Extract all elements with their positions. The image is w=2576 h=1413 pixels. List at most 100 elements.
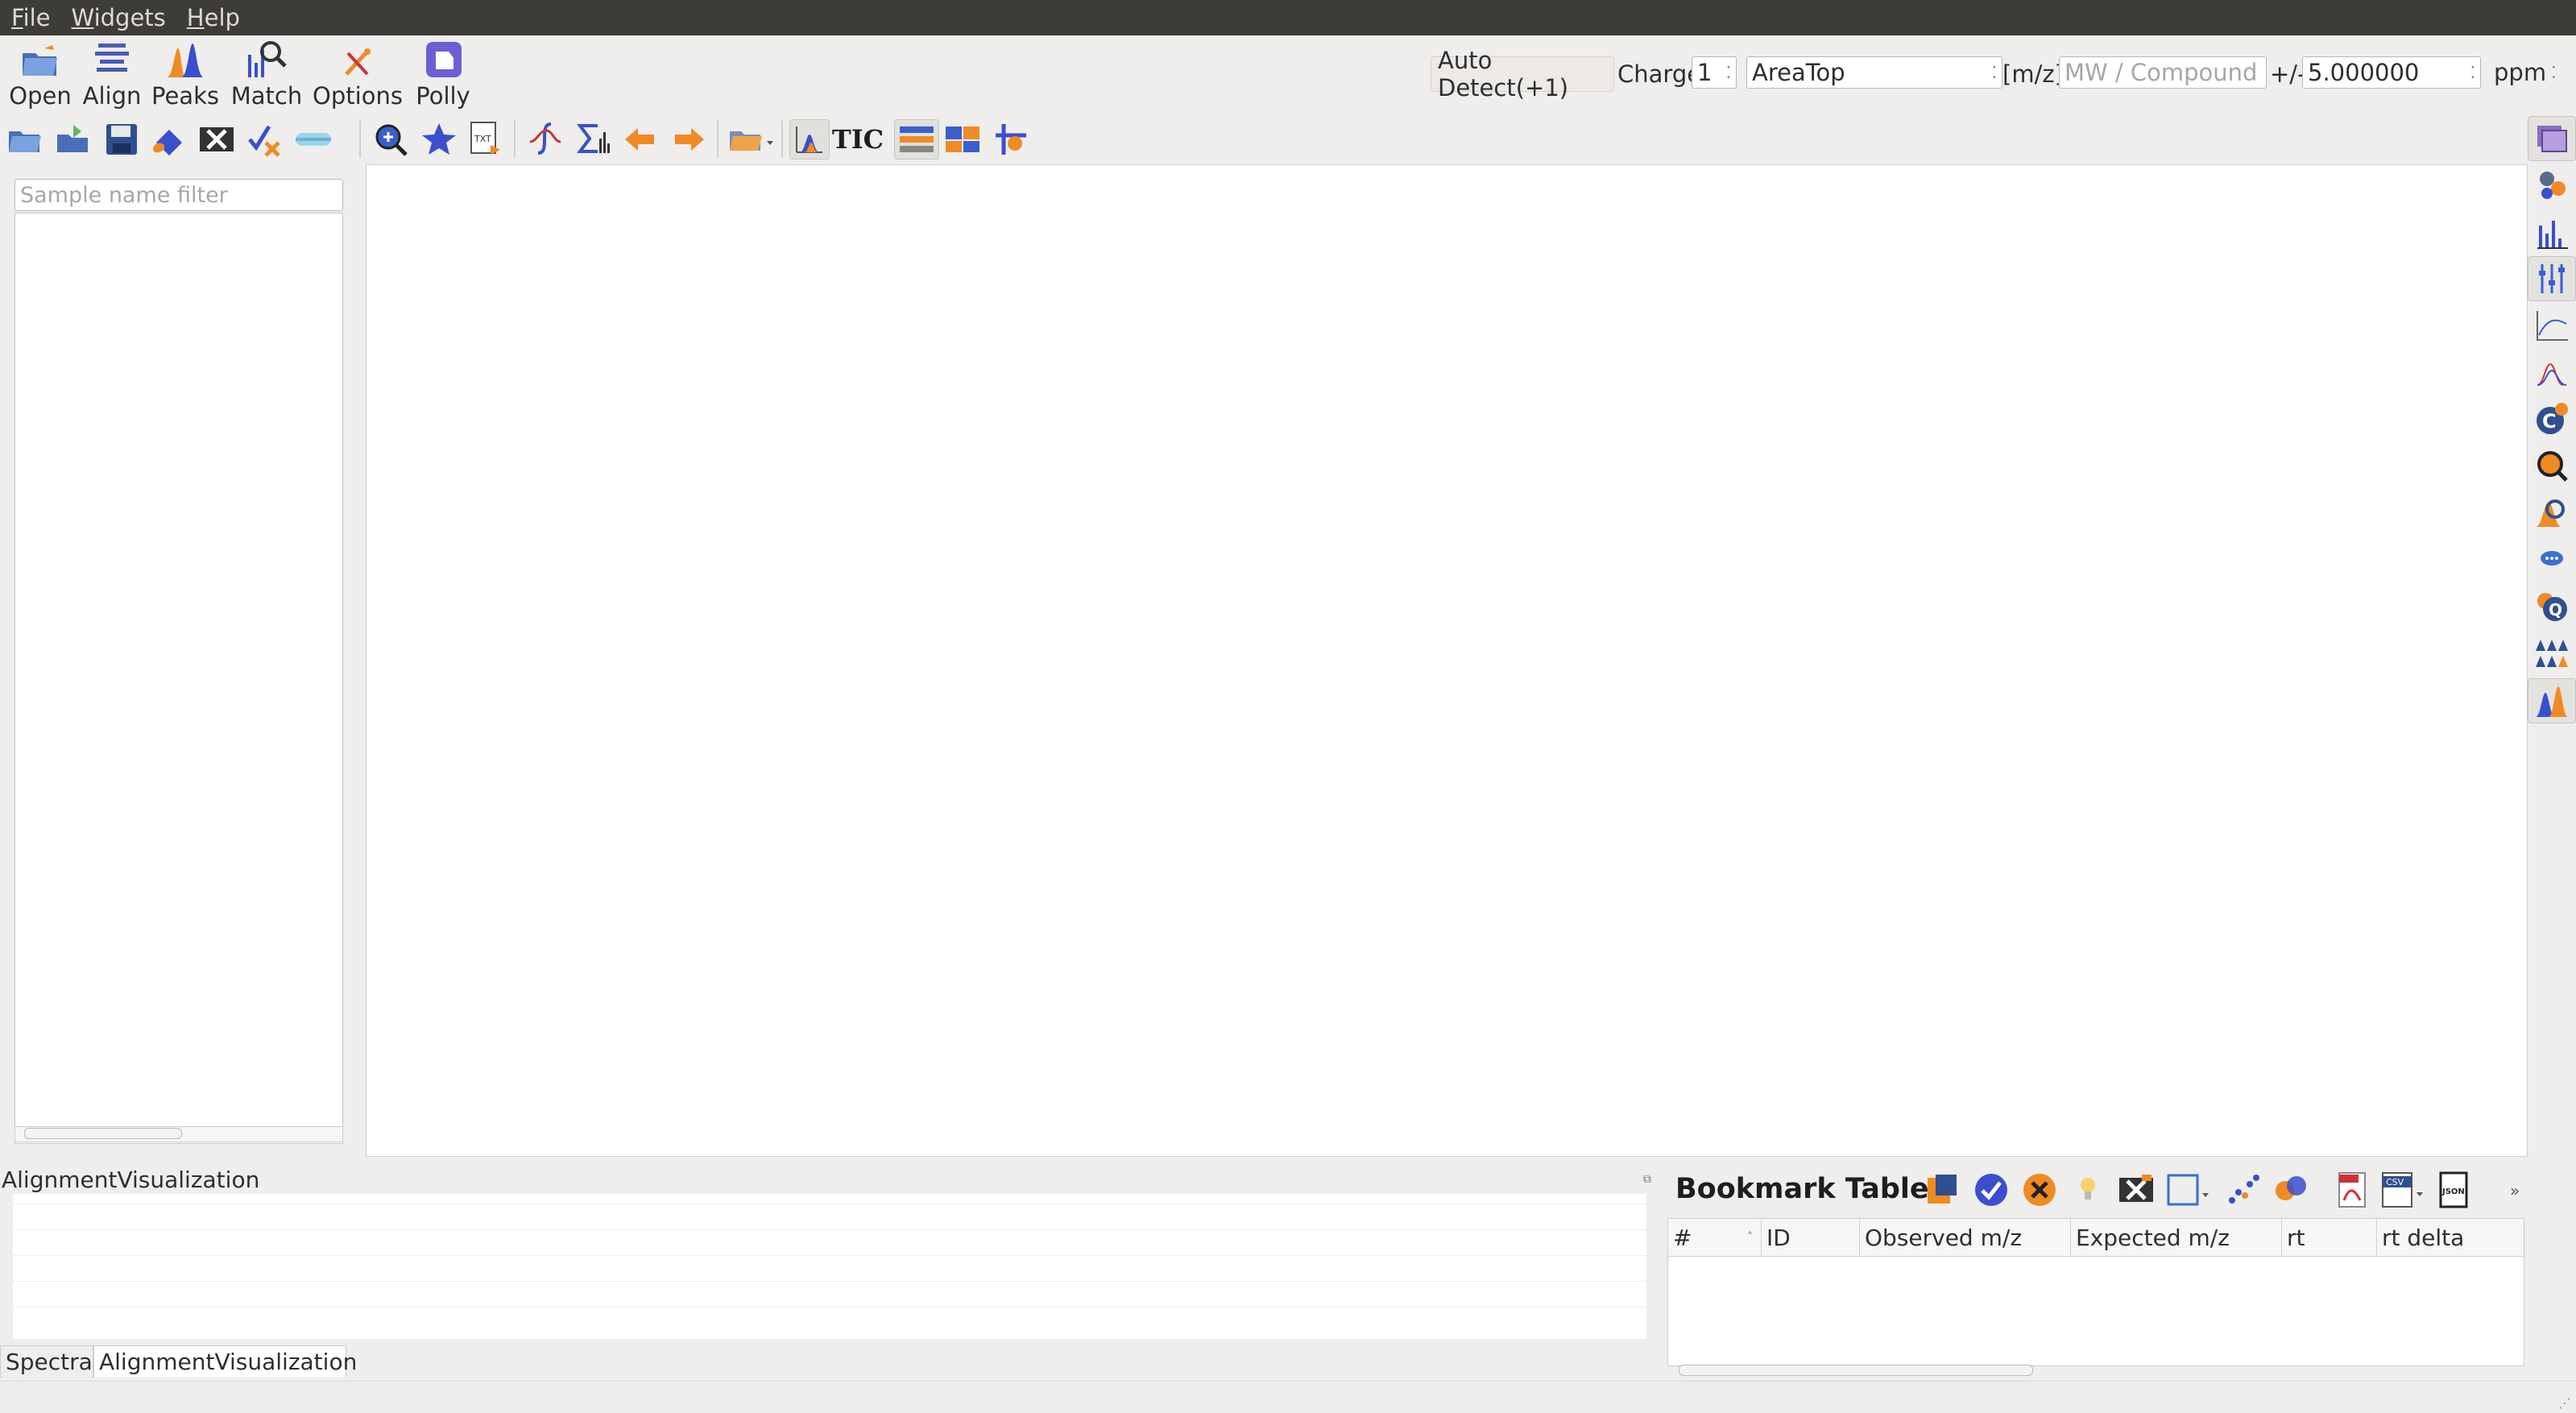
column-header-expected-mz[interactable]: Expected m/z [2071,1219,2282,1256]
tab-alignment-visualization[interactable]: AlignmentVisualization [93,1345,357,1378]
export-csv-dropdown[interactable]: CSV [2378,1170,2428,1210]
open-dropdown-button[interactable] [725,119,778,160]
load-project-button[interactable] [53,119,93,160]
groups-view-toggle[interactable] [894,119,939,160]
dock-isotopes-plot[interactable] [2528,350,2576,395]
match-icon [248,41,287,77]
toolbar-separator [359,121,361,158]
alignment-visualization-title: AlignmentVisualization [2,1166,260,1193]
align-button[interactable]: Align [79,37,145,110]
column-header-rt-delta[interactable]: rt delta [2377,1219,2524,1256]
samples-stack-icon [2537,126,2567,152]
crosshair-icon [996,124,1026,155]
svg-text:C: C [2542,410,2557,433]
charge-spinbox[interactable]: 1 ⁚ [1692,56,1737,89]
tic-button[interactable]: TIC [832,119,884,160]
integrate-button[interactable] [525,119,565,160]
forward-button[interactable] [669,119,709,160]
back-button[interactable] [620,119,661,160]
compound-input[interactable]: MW / Compound [2059,56,2267,89]
bookmark-star-button[interactable] [419,119,459,160]
options-button[interactable]: Options [311,37,404,110]
dock-search[interactable] [2528,443,2576,488]
dock-settings-sliders[interactable] [2528,256,2576,301]
pill-icon [296,133,331,146]
ppm-spinbox[interactable]: 5.000000 ⁚ [2302,56,2481,89]
txt-file-icon: TXT [470,122,500,155]
alignment-visualization-area[interactable] [13,1194,1646,1339]
dock-compare-peaks[interactable] [2528,630,2576,675]
column-header-number[interactable]: # ˄ [1668,1219,1762,1256]
dock-chat[interactable] [2528,537,2576,582]
overflow-chevron-icon[interactable]: » [2510,1181,2520,1200]
pill-button[interactable] [293,119,333,160]
c13-icon: C [2537,403,2568,434]
resize-grip-icon[interactable]: ⋰ [2558,1395,2571,1411]
mz-bars-icon [2537,221,2568,249]
bookmark-table-scroll-handle[interactable] [1679,1365,2033,1376]
auto-detect-button[interactable]: Auto Detect(+1) [1431,47,1614,102]
lightbulb-icon [2081,1178,2095,1200]
menu-widgets[interactable]: Widgets [68,4,169,31]
paint-peaks-button[interactable] [150,119,190,160]
tab-spectra[interactable]: Spectra [0,1345,93,1378]
show-eic-toggle[interactable] [789,119,830,160]
dock-isotope-c13[interactable]: C [2528,396,2576,441]
save-button[interactable] [101,119,142,160]
peaks-button[interactable]: Peaks [151,37,219,110]
curve-plot-icon [2537,311,2568,341]
sample-list[interactable] [14,213,343,1144]
peak-grid-icon [2536,640,2568,667]
remove-peaks-button[interactable] [197,119,237,160]
match-button[interactable]: Match [230,37,303,110]
polly-button[interactable]: Polly [411,37,475,110]
dock-samples[interactable] [2528,116,2576,161]
export-pdf-button[interactable] [2331,1170,2373,1210]
open-button[interactable]: Open [8,37,72,110]
dock-mass-spectra[interactable] [2528,209,2576,255]
paint-bucket-icon [153,130,182,155]
dock-qc[interactable]: Q [2528,583,2576,628]
multi-peak-icon [2537,363,2567,386]
sample-name-filter-input[interactable]: Sample name filter [14,179,343,211]
mark-good-button[interactable] [1970,1170,2012,1210]
delete-bookmark-button[interactable] [2115,1170,2157,1210]
chat-bubble-icon [2541,551,2563,566]
bookmark-table-body[interactable] [1667,1257,2524,1366]
cluster-button[interactable] [2270,1170,2312,1210]
heatmap-view-button[interactable] [942,119,983,160]
export-json-button[interactable]: JSON [2433,1170,2475,1210]
dock-float-icon[interactable]: ⧉ [1643,1173,1651,1186]
zoom-reset-button[interactable] [371,119,411,160]
eic-plot-area[interactable] [366,164,2528,1157]
hint-button[interactable] [2067,1170,2109,1210]
menu-file[interactable]: File [8,4,54,31]
dock-peaks-chart[interactable] [2528,678,2576,723]
dock-peak-search[interactable] [2528,490,2576,535]
scatter-plot-button[interactable] [2223,1170,2265,1210]
quant-type-select[interactable]: AreaTop ⁚ [1746,56,2002,89]
csv-file-icon: CSV [2382,1172,2423,1208]
sum-button[interactable] [572,119,612,160]
status-bar [0,1381,2576,1413]
cross-circle-icon [2023,1174,2056,1206]
column-header-rt[interactable]: rt [2282,1219,2377,1256]
select-dropdown-button[interactable] [2164,1170,2214,1210]
grid-line [13,1281,1646,1282]
load-samples-button[interactable] [5,119,45,160]
bookmark-import-button[interactable] [1922,1170,1964,1210]
scroll-handle[interactable] [24,1128,182,1139]
dock-ligands[interactable] [2528,163,2576,208]
ppm-unit-select[interactable]: ppm ⁚ [2489,56,2566,89]
reject-groups-button[interactable] [245,119,285,160]
dock-curve[interactable] [2528,303,2576,348]
mark-bad-button[interactable] [2019,1170,2060,1210]
column-header-observed-mz[interactable]: Observed m/z [1860,1219,2071,1256]
pdf-file-icon [2338,1172,2366,1208]
svg-text:Q: Q [2549,600,2562,619]
column-header-id[interactable]: ID [1762,1219,1860,1256]
export-txt-button[interactable]: TXT [466,119,506,160]
menu-help[interactable]: Help [184,4,243,31]
cross-marker-button[interactable] [991,119,1031,160]
sliders-icon [2539,264,2565,293]
